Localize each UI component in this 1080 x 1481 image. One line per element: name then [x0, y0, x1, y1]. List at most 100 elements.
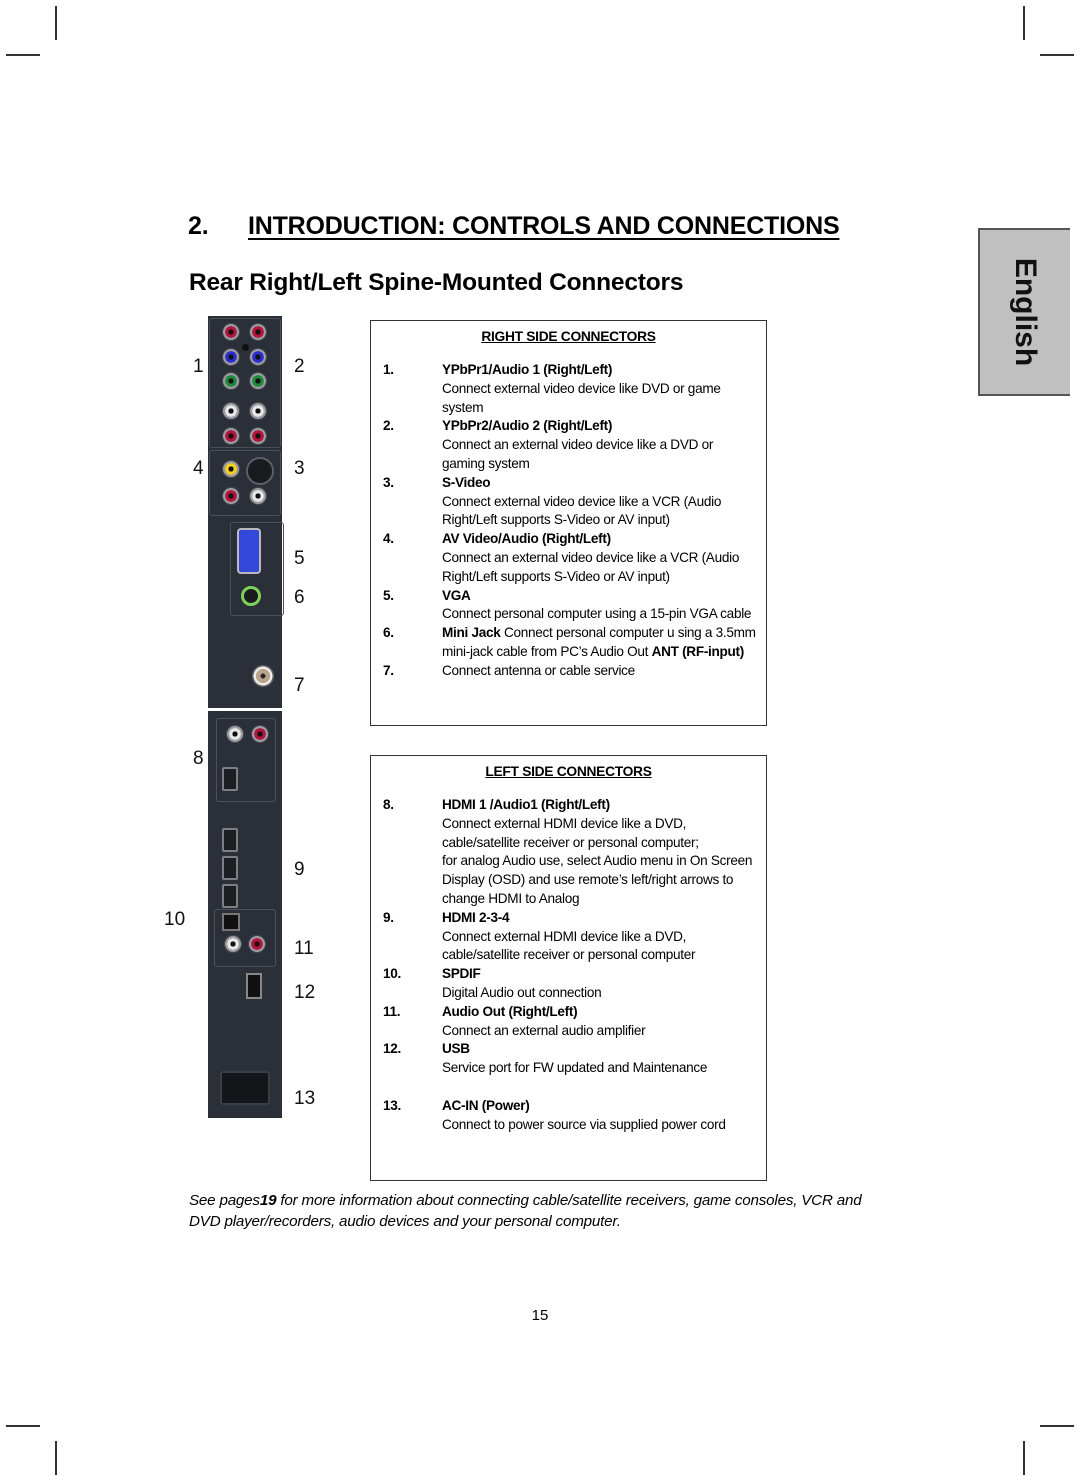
item-number: 8. [383, 797, 394, 812]
pr2-jack [249, 323, 267, 341]
item-number: 2. [383, 418, 394, 434]
item-number: 13. [383, 1097, 401, 1113]
pr1-jack [222, 323, 240, 341]
left-side-connector-list: 8. HDMI 1 /Audio1 (Right/Left) Connect ext… [371, 796, 766, 1135]
mini-jack-port [241, 586, 261, 606]
hdmi1-audio-right-jack [251, 725, 269, 743]
crop-mark [55, 6, 57, 40]
av-video-jack [222, 460, 240, 478]
ypbpr-group [209, 318, 281, 448]
ac-in-port [220, 1071, 270, 1105]
y2-jack [249, 372, 267, 390]
item-heading: USB [442, 1041, 470, 1057]
item-heading: HDMI 2-3-4 [442, 909, 510, 925]
right-side-connector-panel [208, 316, 284, 708]
item-heading: Mini Jack [442, 625, 501, 641]
callout-13: 13 [294, 1088, 316, 1109]
item-description: Connect external HDMI device like a DVD,… [442, 815, 699, 850]
pb2-jack [249, 348, 267, 366]
right-side-connectors-box: RIGHT SIDE CONNECTORS 1. YPbPr1/Audio 1 (… [370, 320, 767, 726]
callout-1: 1 [193, 356, 204, 377]
callout-3: 3 [294, 458, 305, 479]
item-number: 10. [383, 966, 401, 982]
connector-item: 9. HDMI 2-3-4 Connect external HDMI device… [371, 909, 766, 965]
item-number: 7. [383, 662, 394, 678]
item-heading: VGA [442, 587, 471, 603]
item-number: 1. [383, 362, 394, 377]
audio2-right-jack [249, 427, 267, 445]
callout-10: 10 [164, 909, 186, 930]
item-heading: HDMI 1 /Audio1 (Right/Left) [442, 797, 610, 812]
hdmi2-port [222, 828, 238, 852]
connector-item: 4. AV Video/Audio (Right/Left) Connect an … [371, 530, 766, 586]
item-number: 6. [383, 625, 394, 641]
chapter-title-text: INTRODUCTION: CONTROLS AND CONNECTIONS [248, 212, 840, 240]
item-number: 12. [383, 1041, 401, 1057]
screw-icon [242, 344, 249, 351]
item-number: 3. [383, 474, 394, 490]
item-description: Service port for FW updated and Maintena… [442, 1060, 708, 1076]
callout-7: 7 [294, 675, 305, 696]
left-side-connectors-title: LEFT SIDE CONNECTORS [485, 764, 652, 779]
chapter-title: 2. INTRODUCTION: CONTROLS AND CONNECTIONS [188, 212, 840, 241]
vga-port [237, 528, 261, 574]
crop-mark [6, 1425, 40, 1427]
hdmi4-port [222, 884, 238, 908]
footnote-page-reference: 19 [259, 1192, 277, 1209]
callout-6: 6 [294, 587, 305, 608]
callout-11: 11 [294, 938, 314, 959]
footnote: See pages19 for more information about c… [189, 1191, 879, 1232]
hdmi3-port [222, 856, 238, 880]
connector-item: 6. Mini Jack Connect personal computer u … [371, 624, 766, 662]
antenna-port [252, 665, 274, 687]
right-side-connectors-title: RIGHT SIDE CONNECTORS [481, 329, 656, 344]
spdif-port [222, 913, 240, 931]
connector-item: 11. Audio Out (Right/Left) Connect an exte… [371, 1003, 766, 1041]
connector-item: 7. Connect antenna or cable service [371, 662, 766, 681]
item-number: 5. [383, 587, 394, 603]
audio1-left-jack [222, 402, 240, 420]
item-description: Connect external video device like a VCR… [442, 493, 722, 528]
pb1-jack [222, 348, 240, 366]
item-description: Connect an external video device like a … [442, 549, 740, 584]
left-side-connector-panel [208, 711, 282, 1118]
language-tab-label: English [1009, 257, 1042, 367]
section-title: Rear Right/Left Spine-Mounted Connectors [189, 269, 684, 296]
item-description: Connect external video device like DVD o… [442, 380, 721, 415]
connector-item: 13. AC-IN (Power) Connect to power source … [371, 1097, 766, 1135]
audio2-left-jack [249, 402, 267, 420]
language-tab: English [978, 228, 1070, 396]
item-heading: SPDIF [442, 966, 481, 982]
av-group [209, 450, 281, 516]
s-video-port [246, 457, 274, 485]
item-heading: AV Video/Audio (Right/Left) [442, 531, 611, 547]
crop-mark [1040, 1425, 1074, 1427]
item-description: Connect personal computer using a 15-pin… [442, 606, 752, 622]
item-heading: AC-IN (Power) [442, 1097, 530, 1113]
callout-5: 5 [294, 548, 305, 569]
callout-9: 9 [294, 859, 305, 880]
item-description-note: for analog Audio use, select Audio menu … [442, 853, 753, 906]
connector-item: 3. S-Video Connect external video device l… [371, 474, 766, 530]
crop-mark [55, 1441, 57, 1475]
item-description: Connect external HDMI device like a DVD,… [442, 928, 696, 963]
page-number: 15 [531, 1307, 549, 1324]
item-number: 11. [383, 1003, 401, 1019]
crop-mark [6, 54, 40, 56]
footnote-text: for more information about connecting ca… [189, 1192, 862, 1230]
item-description: Digital Audio out connection [442, 984, 602, 1000]
right-side-connector-list: 1. YPbPr1/Audio 1 (Right/Left) Connect ext… [371, 361, 766, 681]
item-heading: Audio Out (Right/Left) [442, 1003, 578, 1019]
connector-item: 8. HDMI 1 /Audio1 (Right/Left) Connect ext… [371, 796, 766, 909]
item-trailing-heading: ANT (RF-input) [651, 643, 745, 659]
chapter-number: 2. [188, 212, 209, 240]
connector-item: 1. YPbPr1/Audio 1 (Right/Left) Connect ext… [371, 361, 766, 417]
av-audio-right-jack [222, 487, 240, 505]
item-heading: S-Video [442, 474, 491, 490]
audio-out-left-jack [224, 935, 242, 953]
callout-2: 2 [294, 356, 305, 377]
connector-item: 12. USB Service port for FW updated and Ma… [371, 1040, 766, 1078]
footnote-prefix: See pages [189, 1192, 260, 1209]
hdmi1-port [222, 767, 238, 791]
hdmi1-audio-left-jack [226, 725, 244, 743]
